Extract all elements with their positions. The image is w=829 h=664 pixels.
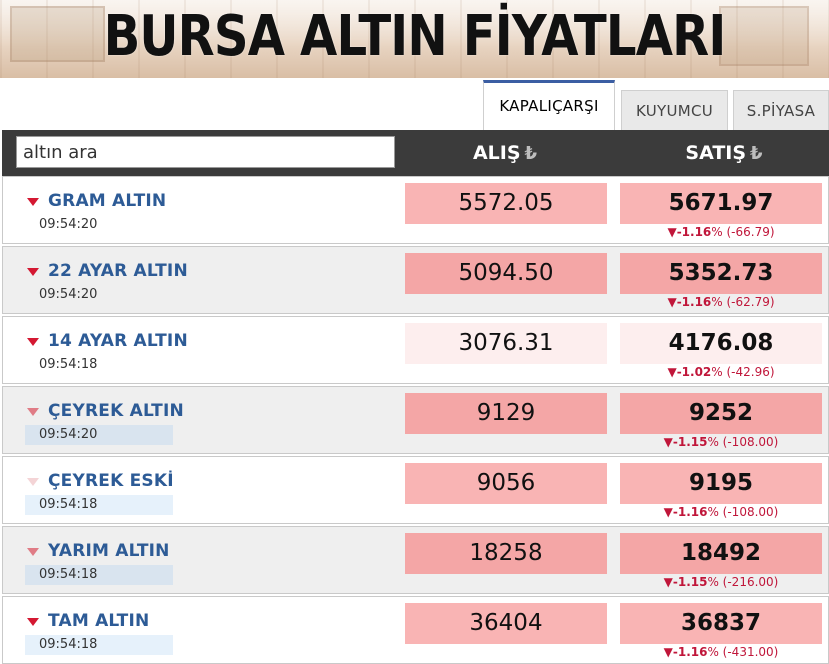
banner: BURSA ALTIN FİYATLARI — [0, 0, 829, 78]
down-triangle-icon: ▼ — [663, 645, 673, 659]
percent-sign: % — [707, 435, 723, 449]
table-row[interactable]: 14 AYAR ALTIN 09:54:18 3076.31 4176.08 ▼-1.0… — [2, 316, 829, 384]
change-amount: (-108.00) — [722, 505, 779, 519]
tab-s-piyasa[interactable]: S.PİYASA — [733, 90, 829, 130]
change-percent: -1.16 — [676, 295, 712, 309]
down-arrow-icon — [27, 268, 39, 276]
product-name[interactable]: TAM ALTIN — [48, 611, 149, 631]
alis-price: 5094.50 — [405, 253, 607, 294]
lira-icon: ₺ — [750, 143, 763, 164]
down-arrow-icon — [27, 408, 39, 416]
change-percent: -1.15 — [672, 575, 708, 589]
down-arrow-icon — [27, 548, 39, 556]
down-triangle-icon: ▼ — [663, 575, 673, 589]
change-indicator: ▼-1.15% (-216.00) — [620, 575, 822, 589]
update-time: 09:54:18 — [25, 565, 173, 585]
down-triangle-icon: ▼ — [663, 435, 673, 449]
down-arrow-shape — [27, 338, 39, 346]
alis-price: 36404 — [405, 603, 607, 644]
down-triangle-icon: ▼ — [667, 365, 677, 379]
search-input[interactable] — [16, 136, 395, 168]
change-amount: (-66.79) — [726, 225, 775, 239]
table-row[interactable]: 22 AYAR ALTIN 09:54:20 5094.50 5352.73 ▼-1.1… — [2, 246, 829, 314]
down-arrow-icon — [27, 478, 39, 486]
product-name[interactable]: ÇEYREK ESKİ — [48, 471, 174, 491]
change-indicator: ▼-1.16% (-62.79) — [620, 295, 822, 309]
percent-sign: % — [711, 365, 727, 379]
change-percent: -1.16 — [676, 225, 712, 239]
change-percent: -1.15 — [672, 435, 708, 449]
change-indicator: ▼-1.15% (-108.00) — [620, 435, 822, 449]
change-percent: -1.16 — [672, 505, 708, 519]
satis-price: 4176.08 — [620, 323, 822, 364]
satis-price: 36837 — [620, 603, 822, 644]
update-time: 09:54:20 — [39, 217, 98, 232]
alis-price: 3076.31 — [405, 323, 607, 364]
product-name[interactable]: 14 AYAR ALTIN — [48, 331, 188, 351]
satis-price: 5352.73 — [620, 253, 822, 294]
down-arrow-shape — [27, 548, 39, 556]
change-amount: (-62.79) — [726, 295, 775, 309]
table-row[interactable]: TAM ALTIN 09:54:18 36404 36837 ▼-1.16% (-431… — [2, 596, 829, 664]
change-amount: (-216.00) — [722, 575, 779, 589]
table-row[interactable]: YARIM ALTIN 09:54:18 18258 18492 ▼-1.15% (-2… — [2, 526, 829, 594]
down-arrow-shape — [27, 408, 39, 416]
product-name[interactable]: YARIM ALTIN — [48, 541, 170, 561]
down-triangle-icon: ▼ — [667, 295, 677, 309]
product-name[interactable]: GRAM ALTIN — [48, 191, 166, 211]
change-indicator: ▼-1.16% (-431.00) — [620, 645, 822, 659]
percent-sign: % — [707, 645, 723, 659]
update-time: 09:54:18 — [25, 495, 173, 515]
update-time: 09:54:18 — [25, 635, 173, 655]
satis-price: 18492 — [620, 533, 822, 574]
product-name[interactable]: ÇEYREK ALTIN — [48, 401, 184, 421]
tab-kuyumcu[interactable]: KUYUMCU — [621, 90, 728, 130]
table-row[interactable]: ÇEYREK ALTIN 09:54:20 9129 9252 ▼-1.15% (-10… — [2, 386, 829, 454]
percent-sign: % — [707, 505, 723, 519]
table-row[interactable]: GRAM ALTIN 09:54:20 5572.05 5671.97 ▼-1.16% … — [2, 176, 829, 244]
alis-price: 9056 — [405, 463, 607, 504]
down-arrow-shape — [27, 268, 39, 276]
down-arrow-shape — [27, 618, 39, 626]
down-arrow-icon — [27, 618, 39, 626]
percent-sign: % — [711, 225, 727, 239]
change-amount: (-108.00) — [722, 435, 779, 449]
alis-price: 9129 — [405, 393, 607, 434]
down-arrow-shape — [27, 478, 39, 486]
down-arrow-icon — [27, 198, 39, 206]
change-indicator: ▼-1.16% (-66.79) — [620, 225, 822, 239]
percent-sign: % — [707, 575, 723, 589]
change-amount: (-42.96) — [726, 365, 775, 379]
alis-price: 18258 — [405, 533, 607, 574]
change-amount: (-431.00) — [722, 645, 779, 659]
change-indicator: ▼-1.02% (-42.96) — [620, 365, 822, 379]
change-percent: -1.02 — [676, 365, 712, 379]
alis-label: ALIŞ — [472, 142, 521, 164]
satis-price: 9195 — [620, 463, 822, 504]
percent-sign: % — [711, 295, 727, 309]
table-row[interactable]: ÇEYREK ESKİ 09:54:18 9056 9195 ▼-1.16% (-108… — [2, 456, 829, 524]
down-triangle-icon: ▼ — [663, 505, 673, 519]
down-arrow-icon — [27, 338, 39, 346]
column-header-alis: ALIŞ ₺ — [405, 130, 605, 176]
banner-title: BURSA ALTIN FİYATLARI — [103, 4, 727, 69]
down-arrow-shape — [27, 198, 39, 206]
alis-price: 5572.05 — [405, 183, 607, 224]
satis-price: 5671.97 — [620, 183, 822, 224]
update-time: 09:54:20 — [25, 425, 173, 445]
update-time: 09:54:18 — [39, 357, 98, 372]
table-header: ALIŞ₺ SATIŞ₺ — [2, 130, 829, 176]
down-triangle-icon: ▼ — [667, 225, 677, 239]
lira-icon: ₺ — [524, 143, 538, 164]
product-name[interactable]: 22 AYAR ALTIN — [48, 261, 188, 281]
change-percent: -1.16 — [672, 645, 708, 659]
tab-kapalicarsi[interactable]: KAPALIÇARŞI — [483, 80, 615, 130]
satis-price: 9252 — [620, 393, 822, 434]
change-indicator: ▼-1.16% (-108.00) — [620, 505, 822, 519]
update-time: 09:54:20 — [39, 287, 98, 302]
satis-label: SATIŞ — [685, 142, 747, 164]
column-header-satis: SATIŞ ₺ — [619, 130, 829, 176]
